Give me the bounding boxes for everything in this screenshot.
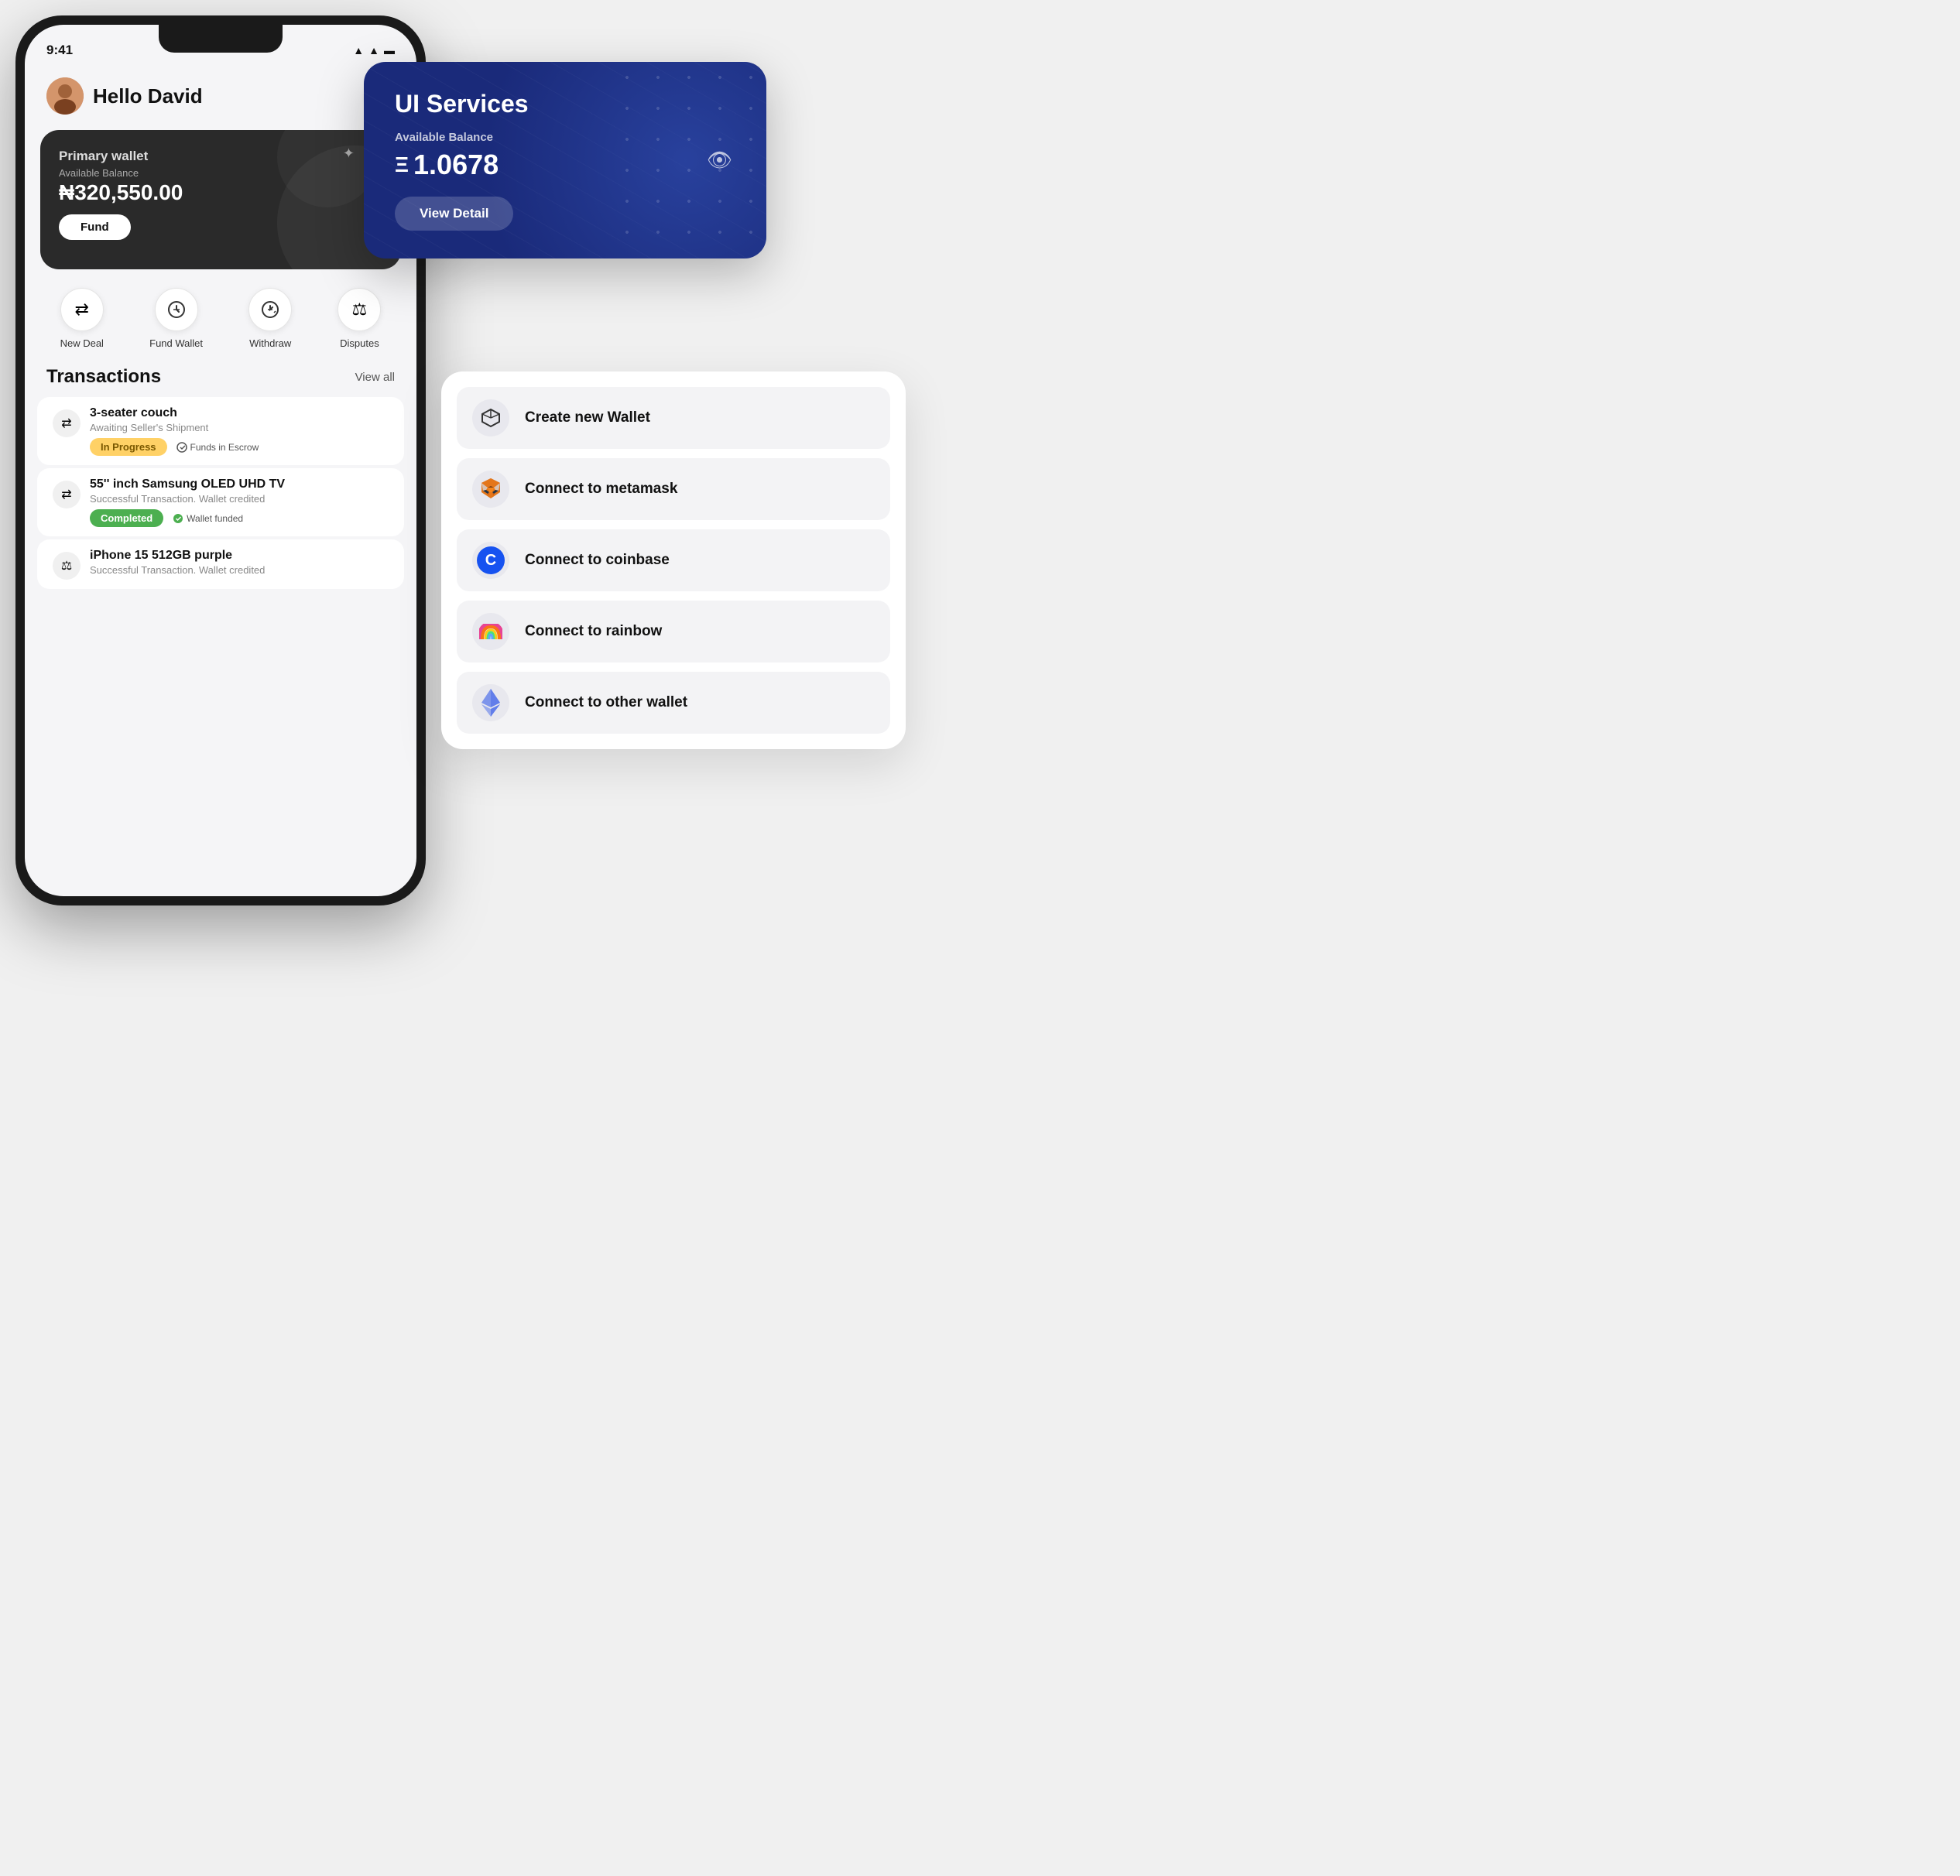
- notch: [159, 25, 283, 53]
- new-deal-icon: ⇄: [60, 288, 104, 331]
- tx-arrow-icon: ⇄: [53, 481, 81, 508]
- action-withdraw[interactable]: Withdraw: [248, 288, 292, 349]
- eth-symbol: Ξ: [395, 152, 409, 177]
- signal-icon: ▲: [368, 44, 379, 56]
- tx-arrow-icon: ⇄: [53, 409, 81, 437]
- action-disputes[interactable]: ⚖ Disputes: [338, 288, 381, 349]
- ethereum-icon: [472, 684, 509, 721]
- tx-badges: Completed Wallet funded: [90, 509, 389, 527]
- app-header: Hello David 🔔: [25, 65, 416, 122]
- create-wallet-item[interactable]: Create new Wallet: [457, 387, 890, 449]
- create-wallet-label: Create new Wallet: [525, 409, 650, 426]
- connect-other-wallet-label: Connect to other wallet: [525, 694, 687, 711]
- tx-scales-icon: ⚖: [53, 552, 81, 580]
- action-fund-wallet[interactable]: Fund Wallet: [149, 288, 203, 349]
- battery-icon: ▬: [384, 44, 395, 56]
- quick-actions: ⇄ New Deal Fund Wallet: [25, 269, 416, 357]
- tx-name: 3-seater couch: [90, 406, 389, 420]
- wallet-connect-menu: Create new Wallet Connect to metamask C: [441, 371, 906, 749]
- disputes-icon: ⚖: [338, 288, 381, 331]
- in-progress-badge: In Progress: [90, 438, 167, 456]
- fund-wallet-icon: [155, 288, 198, 331]
- connect-coinbase-label: Connect to coinbase: [525, 552, 670, 569]
- card-title: UI Services: [395, 90, 735, 118]
- connect-rainbow-item[interactable]: Connect to rainbow: [457, 601, 890, 662]
- transaction-item[interactable]: ⇄ 3-seater couch Awaiting Seller's Shipm…: [37, 397, 404, 465]
- card-amount: Ξ 1.0678: [395, 149, 735, 181]
- connect-other-wallet-item[interactable]: Connect to other wallet: [457, 672, 890, 734]
- status-time: 9:41: [46, 43, 73, 58]
- wallet-funded-label: Wallet funded: [173, 513, 243, 524]
- wallet-amount: ₦320,550.00: [59, 180, 382, 205]
- coinbase-icon: C: [472, 542, 509, 579]
- tx-badges: In Progress Funds in Escrow: [90, 438, 389, 456]
- fund-button[interactable]: Fund: [59, 214, 131, 240]
- wifi-icon: ▲: [353, 44, 364, 56]
- ui-services-card: UI Services Available Balance Ξ 1.0678 👁…: [364, 62, 766, 258]
- metamask-fox-icon: [472, 471, 509, 508]
- escrow-label: Funds in Escrow: [176, 442, 259, 453]
- greeting-text: Hello David: [93, 84, 365, 108]
- tx-sub: Successful Transaction. Wallet credited: [90, 493, 389, 505]
- tx-name: 55'' inch Samsung OLED UHD TV: [90, 478, 389, 491]
- tx-content: 55'' inch Samsung OLED UHD TV Successful…: [90, 478, 389, 527]
- completed-badge: Completed: [90, 509, 163, 527]
- connect-coinbase-item[interactable]: C Connect to coinbase: [457, 529, 890, 591]
- sparkle-icon: ✦: [343, 145, 355, 162]
- view-detail-button[interactable]: View Detail: [395, 197, 513, 231]
- tx-sub: Successful Transaction. Wallet credited: [90, 564, 389, 576]
- view-all-link[interactable]: View all: [355, 371, 395, 384]
- withdraw-icon: [248, 288, 292, 331]
- rainbow-icon: [472, 613, 509, 650]
- cube-icon: [472, 399, 509, 436]
- wallet-balance-label: Available Balance: [59, 167, 382, 179]
- tx-name: iPhone 15 512GB purple: [90, 549, 389, 563]
- status-icons: ▲ ▲ ▬: [353, 44, 395, 56]
- action-fund-wallet-label: Fund Wallet: [149, 337, 203, 349]
- primary-wallet-card: ✦ Primary wallet Available Balance ₦320,…: [40, 130, 401, 269]
- action-new-deal-label: New Deal: [60, 337, 104, 349]
- transaction-item[interactable]: ⇄ 55'' inch Samsung OLED UHD TV Successf…: [37, 468, 404, 536]
- wallet-title: Primary wallet: [59, 149, 382, 164]
- tx-sub: Awaiting Seller's Shipment: [90, 422, 389, 433]
- connect-metamask-item[interactable]: Connect to metamask: [457, 458, 890, 520]
- action-disputes-label: Disputes: [340, 337, 379, 349]
- tx-content: 3-seater couch Awaiting Seller's Shipmen…: [90, 406, 389, 456]
- connect-rainbow-label: Connect to rainbow: [525, 623, 662, 640]
- action-new-deal[interactable]: ⇄ New Deal: [60, 288, 104, 349]
- tx-content: iPhone 15 512GB purple Successful Transa…: [90, 549, 389, 576]
- transactions-title: Transactions: [46, 366, 161, 388]
- action-withdraw-label: Withdraw: [249, 337, 291, 349]
- card-balance-label: Available Balance: [395, 131, 735, 144]
- transaction-item[interactable]: ⚖ iPhone 15 512GB purple Successful Tran…: [37, 539, 404, 589]
- connect-metamask-label: Connect to metamask: [525, 481, 677, 498]
- avatar: [46, 77, 84, 115]
- transactions-header: Transactions View all: [25, 357, 416, 394]
- coinbase-logo: C: [477, 546, 505, 574]
- card-eye-icon[interactable]: 👁: [707, 149, 732, 173]
